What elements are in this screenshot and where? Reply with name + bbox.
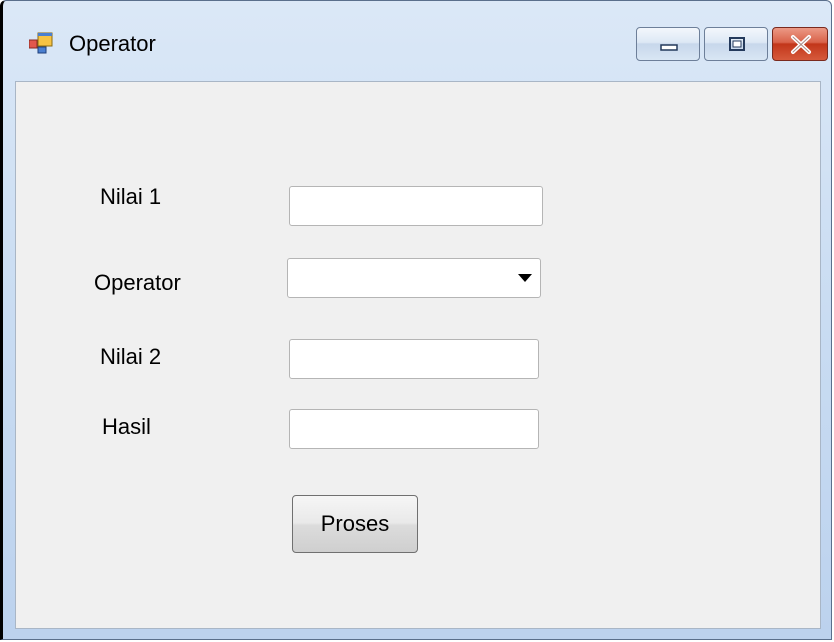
app-window: Operator Nilai 1 Operator Nilai 2 Hasil … [0, 0, 832, 640]
hasil-label: Hasil [102, 414, 151, 439]
operator-combobox[interactable] [287, 258, 541, 298]
nilai2-input[interactable] [289, 339, 539, 379]
maximize-button[interactable] [704, 27, 768, 61]
proses-button[interactable]: Proses [292, 495, 418, 553]
nilai1-input[interactable] [289, 186, 543, 226]
windows-form-icon [28, 32, 53, 54]
hasil-output[interactable] [289, 409, 539, 449]
form-client-area: Nilai 1 Operator Nilai 2 Hasil Proses [15, 81, 821, 629]
window-title: Operator [69, 31, 156, 56]
chevron-down-icon[interactable] [518, 274, 532, 282]
close-button[interactable] [772, 27, 828, 61]
title-bar[interactable]: Operator [3, 1, 831, 81]
nilai2-label: Nilai 2 [100, 344, 162, 369]
operator-label: Operator [94, 270, 181, 295]
nilai1-label: Nilai 1 [100, 184, 162, 209]
minimize-button[interactable] [636, 27, 700, 61]
